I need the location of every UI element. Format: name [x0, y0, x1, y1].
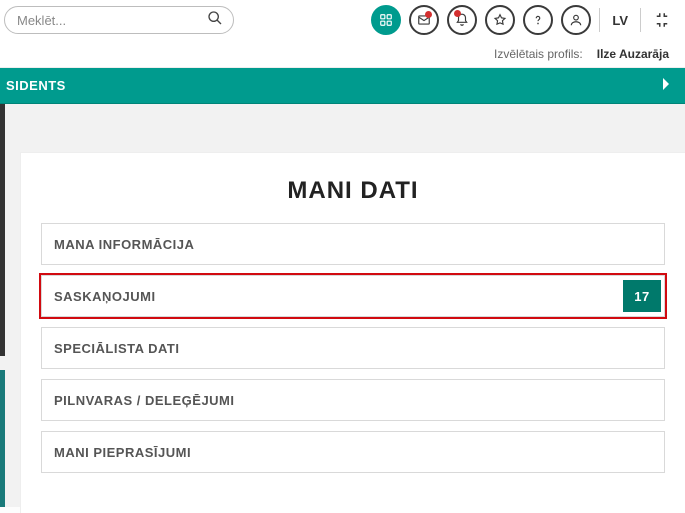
menu-item-mani-pieprasijumi[interactable]: MANI PIEPRASĪJUMI: [41, 431, 665, 473]
menu-item-mana-informacija[interactable]: MANA INFORMĀCIJA: [41, 223, 665, 265]
separator: [599, 8, 600, 32]
apps-icon[interactable]: [371, 5, 401, 35]
search-box[interactable]: [4, 6, 234, 34]
main-area: MANI DATI MANA INFORMĀCIJA SASKAŅOJUMI 1…: [0, 104, 685, 507]
profile-name: Ilze Auzarāja: [597, 47, 669, 61]
header-icons: LV: [371, 5, 675, 35]
menu-item-saskanojumi[interactable]: SASKAŅOJUMI 17: [41, 275, 665, 317]
chevron-right-icon[interactable]: [661, 77, 671, 94]
profile-bar: Izvēlētais profils: Ilze Auzarāja: [0, 40, 685, 68]
menu-item-specialista-dati[interactable]: SPECIĀLISTA DATI: [41, 327, 665, 369]
count-badge: 17: [623, 280, 661, 312]
profile-label: Izvēlētais profils:: [494, 47, 583, 61]
menu-item-label: MANA INFORMĀCIJA: [42, 237, 194, 252]
nav-bar[interactable]: SIDENTS: [0, 68, 685, 104]
star-icon[interactable]: [485, 5, 515, 35]
page-title: MANI DATI: [39, 171, 667, 223]
help-icon[interactable]: [523, 5, 553, 35]
language-selector[interactable]: LV: [608, 13, 632, 28]
user-icon[interactable]: [561, 5, 591, 35]
mail-icon[interactable]: [409, 5, 439, 35]
side-strip: [0, 370, 5, 507]
collapse-icon[interactable]: [649, 11, 675, 29]
side-strip: [0, 104, 5, 356]
menu-item-label: SPECIĀLISTA DATI: [42, 341, 179, 356]
menu-item-pilnvaras[interactable]: PILNVARAS / DELEĢĒJUMI: [41, 379, 665, 421]
menu-item-label: SASKAŅOJUMI: [42, 289, 156, 304]
search-icon[interactable]: [207, 10, 223, 31]
separator: [640, 8, 641, 32]
menu-list: MANA INFORMĀCIJA SASKAŅOJUMI 17 SPECIĀLI…: [39, 223, 667, 473]
header: LV: [0, 0, 685, 40]
search-input[interactable]: [17, 13, 207, 28]
card-mani-dati: MANI DATI MANA INFORMĀCIJA SASKAŅOJUMI 1…: [20, 152, 685, 513]
nav-bar-label: SIDENTS: [6, 78, 66, 93]
menu-item-label: PILNVARAS / DELEĢĒJUMI: [42, 393, 235, 408]
bell-icon[interactable]: [447, 5, 477, 35]
menu-item-label: MANI PIEPRASĪJUMI: [42, 445, 191, 460]
